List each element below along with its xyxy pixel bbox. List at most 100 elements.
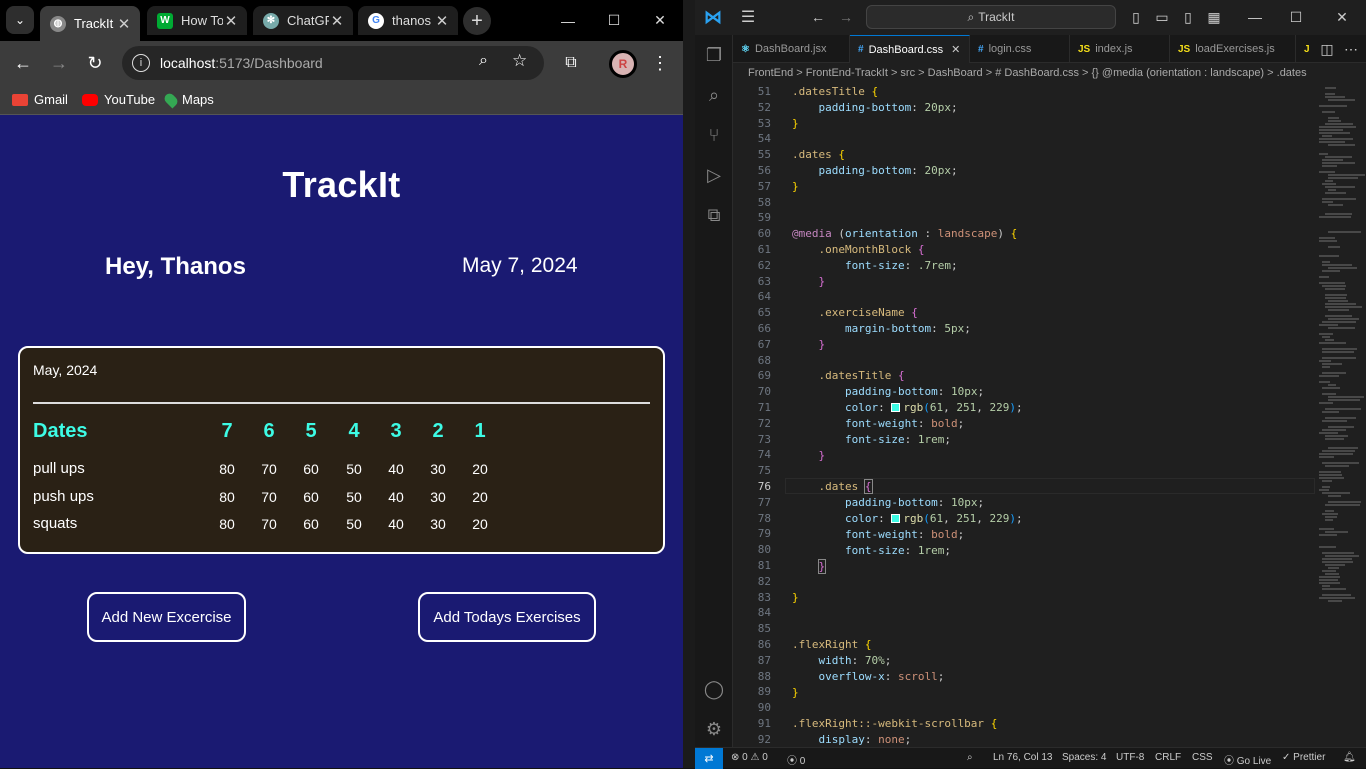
zoom-icon[interactable]: ⌕ (479, 52, 488, 70)
react-icon: ⚛ (741, 43, 750, 55)
minimap-line (1328, 267, 1357, 269)
code-line: .datesTitle { (818, 369, 905, 382)
rep-count: 20 (472, 461, 488, 477)
more-actions-icon[interactable]: ⋯ (1342, 40, 1360, 58)
minimap-line (1328, 327, 1355, 329)
minimap-line (1319, 324, 1338, 326)
search-icon[interactable]: ⌕ (702, 83, 726, 107)
explorer-icon[interactable]: ❐ (702, 43, 726, 67)
avatar-letter: R (618, 57, 628, 71)
toggle-panel-icon[interactable]: ▭ (1153, 8, 1171, 26)
cursor-position[interactable]: Ln 76, Col 13 (993, 752, 1053, 763)
encoding[interactable]: UTF-8 (1116, 752, 1144, 763)
avatar[interactable]: R (609, 50, 637, 78)
tab-howto[interactable]: W How To ✕ (147, 6, 247, 35)
close-icon[interactable]: ✕ (116, 15, 132, 33)
minimap-line (1328, 120, 1341, 122)
split-editor-icon[interactable]: ◫ (1318, 40, 1336, 58)
code-editor[interactable]: 51 52 53 54 55 56 57 58 59 60 61 62 63 64 65 66 67 68 69 70… (733, 83, 1366, 747)
close-icon[interactable]: ✕ (951, 43, 960, 56)
tab-loadexercises-js[interactable]: JS loadExercises.js (1170, 35, 1296, 63)
tab-search-button[interactable]: ⌄ (6, 6, 34, 34)
back-arrow-icon[interactable]: ← (809, 8, 827, 26)
tab-overflow[interactable]: J (1296, 35, 1318, 63)
problems-indicator[interactable]: ⊗ 0 ⚠ 0 (731, 752, 768, 763)
close-icon[interactable]: ✕ (434, 12, 450, 30)
new-tab-button[interactable]: + (463, 7, 491, 35)
date-header: 1 (474, 420, 486, 442)
remote-indicator-icon[interactable]: ⇄ (695, 748, 723, 769)
date-header: 2 (432, 420, 444, 442)
close-icon[interactable]: ✕ (223, 12, 239, 30)
tab-dashboard-css[interactable]: # DashBoard.css ✕ (850, 35, 970, 63)
maximize-button[interactable]: ☐ (591, 0, 637, 41)
minimap-line (1322, 348, 1357, 350)
maximize-button[interactable]: ☐ (1287, 8, 1305, 26)
add-todays-exercises-button[interactable]: Add Todays Exercises (418, 592, 596, 642)
close-window-button[interactable]: ✕ (1333, 8, 1351, 26)
language-mode[interactable]: CSS (1192, 752, 1213, 763)
bookmark-star-icon[interactable]: ☆ (512, 51, 527, 71)
prettier-button[interactable]: ✓ Prettier (1282, 752, 1325, 763)
address-bar[interactable]: i localhost:5173/Dashboard ⌕ ☆ (122, 46, 544, 80)
site-info-icon[interactable]: i (132, 54, 150, 72)
minimap-line (1322, 135, 1332, 137)
ports-indicator[interactable]: ⦿ 0 (787, 752, 805, 767)
minimap-line (1322, 165, 1337, 167)
bookmark-youtube[interactable]: YouTube (82, 92, 155, 107)
forward-button[interactable]: → (45, 49, 73, 77)
tab-chatgpt[interactable]: ✻ ChatGP ✕ (253, 6, 353, 35)
account-icon[interactable]: ◯ (702, 677, 726, 701)
minimap-line (1325, 306, 1362, 308)
bookmark-maps[interactable]: Maps (162, 91, 214, 108)
add-new-exercise-button[interactable]: Add New Excercise (87, 592, 246, 642)
line-number: 70 (757, 385, 771, 399)
reload-button[interactable]: ↻ (81, 49, 109, 77)
minimap-line (1319, 153, 1328, 155)
close-icon[interactable]: ✕ (329, 12, 345, 30)
minimap-line (1325, 555, 1359, 557)
line-number: 85 (757, 622, 771, 636)
extensions-icon[interactable]: ⧉ (557, 49, 585, 77)
minimap-line (1325, 96, 1345, 98)
toggle-sidebar-icon[interactable]: ▯ (1127, 8, 1145, 26)
minimize-button[interactable]: — (1246, 8, 1264, 26)
menu-hamburger-icon[interactable]: ☰ (739, 8, 757, 26)
minimap-line (1328, 99, 1355, 101)
minimap-line (1328, 567, 1339, 569)
minimap-line (1322, 420, 1347, 422)
browser-window: ⌄ ◍ TrackIt ✕ W How To ✕ ✻ ChatGP ✕ G th… (0, 0, 683, 768)
toggle-secondary-sidebar-icon[interactable]: ▯ (1179, 8, 1197, 26)
tab-index-js[interactable]: JS index.js (1070, 35, 1170, 63)
customize-layout-icon[interactable]: ▦ (1205, 8, 1223, 26)
minimap-line (1319, 342, 1346, 344)
code-line: } (818, 338, 826, 351)
source-control-icon[interactable]: ⑂ (702, 123, 726, 147)
indentation[interactable]: Spaces: 4 (1062, 752, 1106, 763)
tab-trackit[interactable]: ◍ TrackIt ✕ (40, 6, 140, 41)
tab-dashboard-jsx[interactable]: ⚛ DashBoard.jsx (733, 35, 850, 63)
settings-gear-icon[interactable]: ⚙ (702, 717, 726, 741)
forward-arrow-icon[interactable]: → (837, 8, 855, 26)
breadcrumb[interactable]: FrontEnd > FrontEnd-TrackIt > src > Dash… (733, 63, 1366, 83)
menu-kebab-icon[interactable]: ⋮ (646, 49, 674, 77)
line-number: 65 (757, 306, 771, 320)
go-live-button[interactable]: ⦿ Go Live (1224, 752, 1271, 767)
rep-count: 60 (303, 489, 319, 505)
minimap-line (1325, 186, 1355, 188)
close-window-button[interactable]: ✕ (637, 0, 683, 41)
minimize-button[interactable]: — (545, 0, 591, 41)
command-center-search[interactable]: ⌕ TrackIt (866, 5, 1116, 29)
extensions-icon[interactable]: ⧉ (702, 203, 726, 227)
code-line: font-size: 1rem; (844, 544, 951, 557)
tab-login-css[interactable]: # login.css (970, 35, 1070, 63)
minimap[interactable] (1315, 83, 1366, 747)
notifications-bell-icon[interactable]: 🔔︎ (1343, 752, 1356, 763)
minimap-line (1319, 456, 1334, 458)
bookmark-gmail[interactable]: Gmail (12, 92, 68, 107)
zoom-icon[interactable]: ⌕ (967, 752, 973, 763)
run-debug-icon[interactable]: ▷ (702, 163, 726, 187)
tab-google-search[interactable]: G thanos ✕ (358, 6, 458, 35)
back-button[interactable]: ← (9, 49, 37, 77)
line-ending[interactable]: CRLF (1155, 752, 1181, 763)
